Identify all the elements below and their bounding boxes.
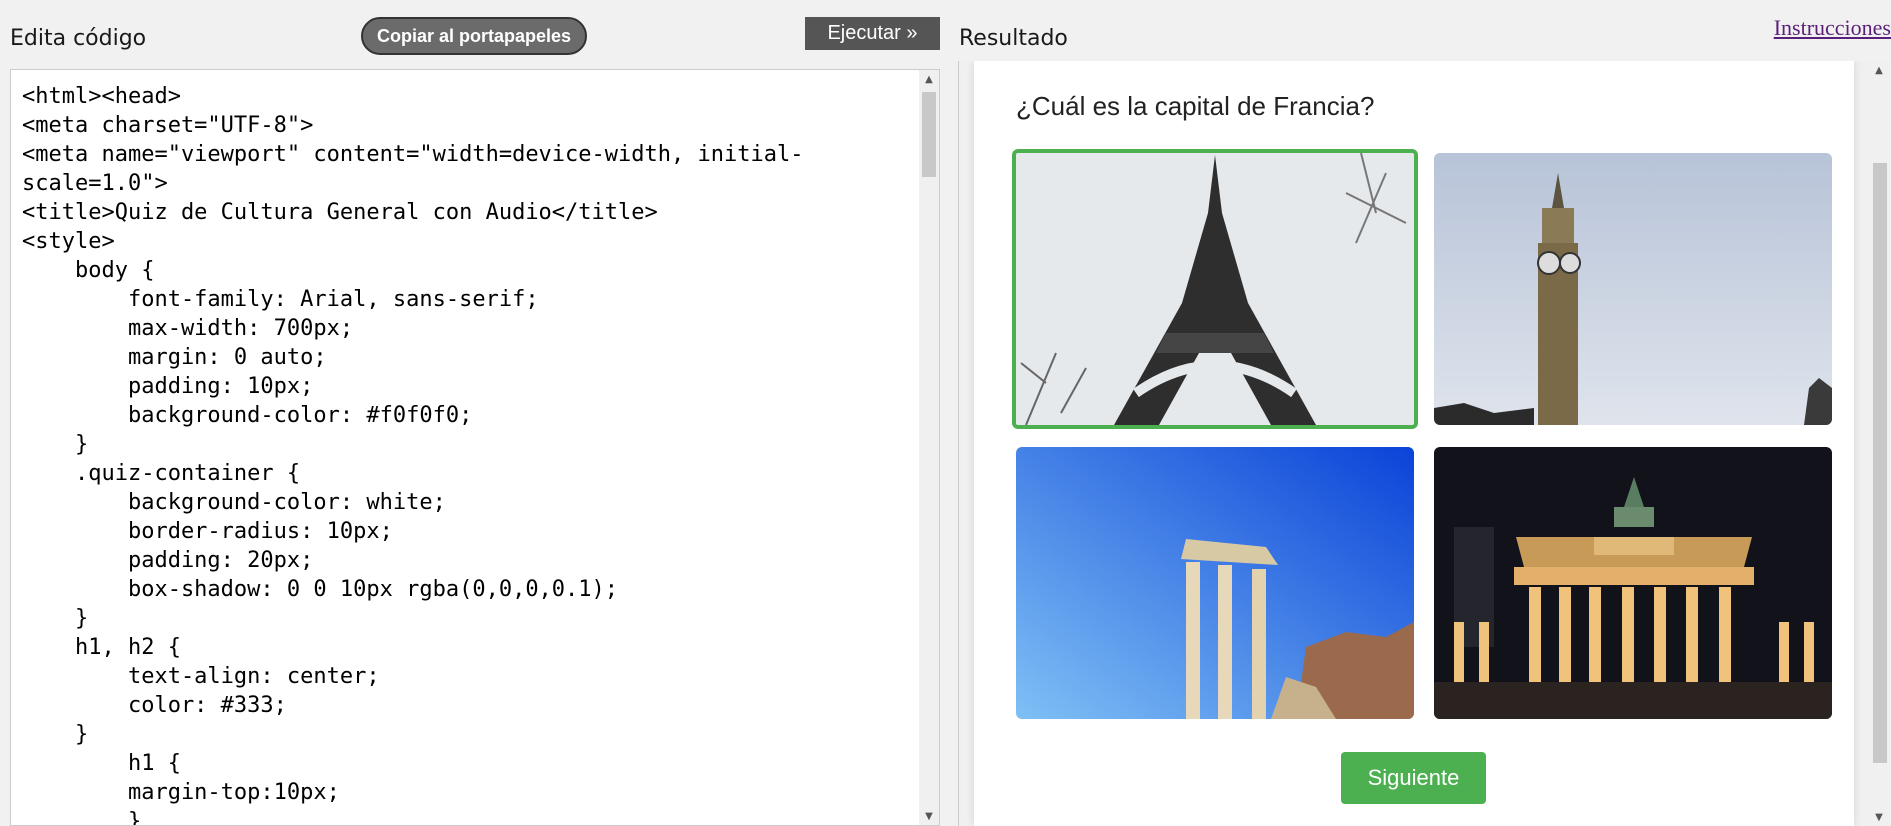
greek-temple-image [1016, 447, 1414, 719]
quiz-container: ¿Cuál es la capital de Francia? [974, 61, 1854, 826]
scroll-up-icon[interactable]: ▲ [1869, 61, 1889, 79]
result-scrollbar[interactable]: ▲ ▼ [1869, 61, 1891, 826]
brandenburg-gate-image [1434, 447, 1832, 719]
question-text: ¿Cuál es la capital de Francia? [1016, 91, 1375, 121]
scroll-down-icon[interactable]: ▼ [919, 807, 939, 825]
next-button[interactable]: Siguiente [1341, 752, 1486, 804]
option-greek-temple[interactable] [1016, 447, 1414, 719]
result-label: Resultado [959, 26, 1068, 51]
editor-label: Edita código [10, 26, 147, 51]
code-editor[interactable]: <html><head> <meta charset="UTF-8"> <met… [10, 69, 940, 826]
result-scroll-thumb[interactable] [1873, 163, 1887, 763]
run-button[interactable]: Ejecutar » [805, 17, 940, 50]
option-eiffel-tower[interactable] [1012, 149, 1418, 429]
instructions-link[interactable]: Instrucciones [1774, 15, 1891, 41]
code-text[interactable]: <html><head> <meta charset="UTF-8"> <met… [22, 82, 922, 825]
big-ben-image [1434, 153, 1832, 425]
scroll-up-icon[interactable]: ▲ [919, 70, 939, 88]
eiffel-tower-image [1016, 153, 1414, 425]
copy-to-clipboard-button[interactable]: Copiar al portapapeles [361, 17, 587, 55]
option-big-ben[interactable] [1434, 153, 1832, 425]
option-brandenburg-gate[interactable] [1434, 447, 1832, 719]
scroll-down-icon[interactable]: ▼ [1869, 808, 1889, 826]
editor-scrollbar[interactable]: ▲ ▼ [919, 70, 939, 825]
result-pane: ¿Cuál es la capital de Francia? ▲ ▼ [958, 61, 1891, 826]
editor-scroll-thumb[interactable] [922, 92, 936, 177]
